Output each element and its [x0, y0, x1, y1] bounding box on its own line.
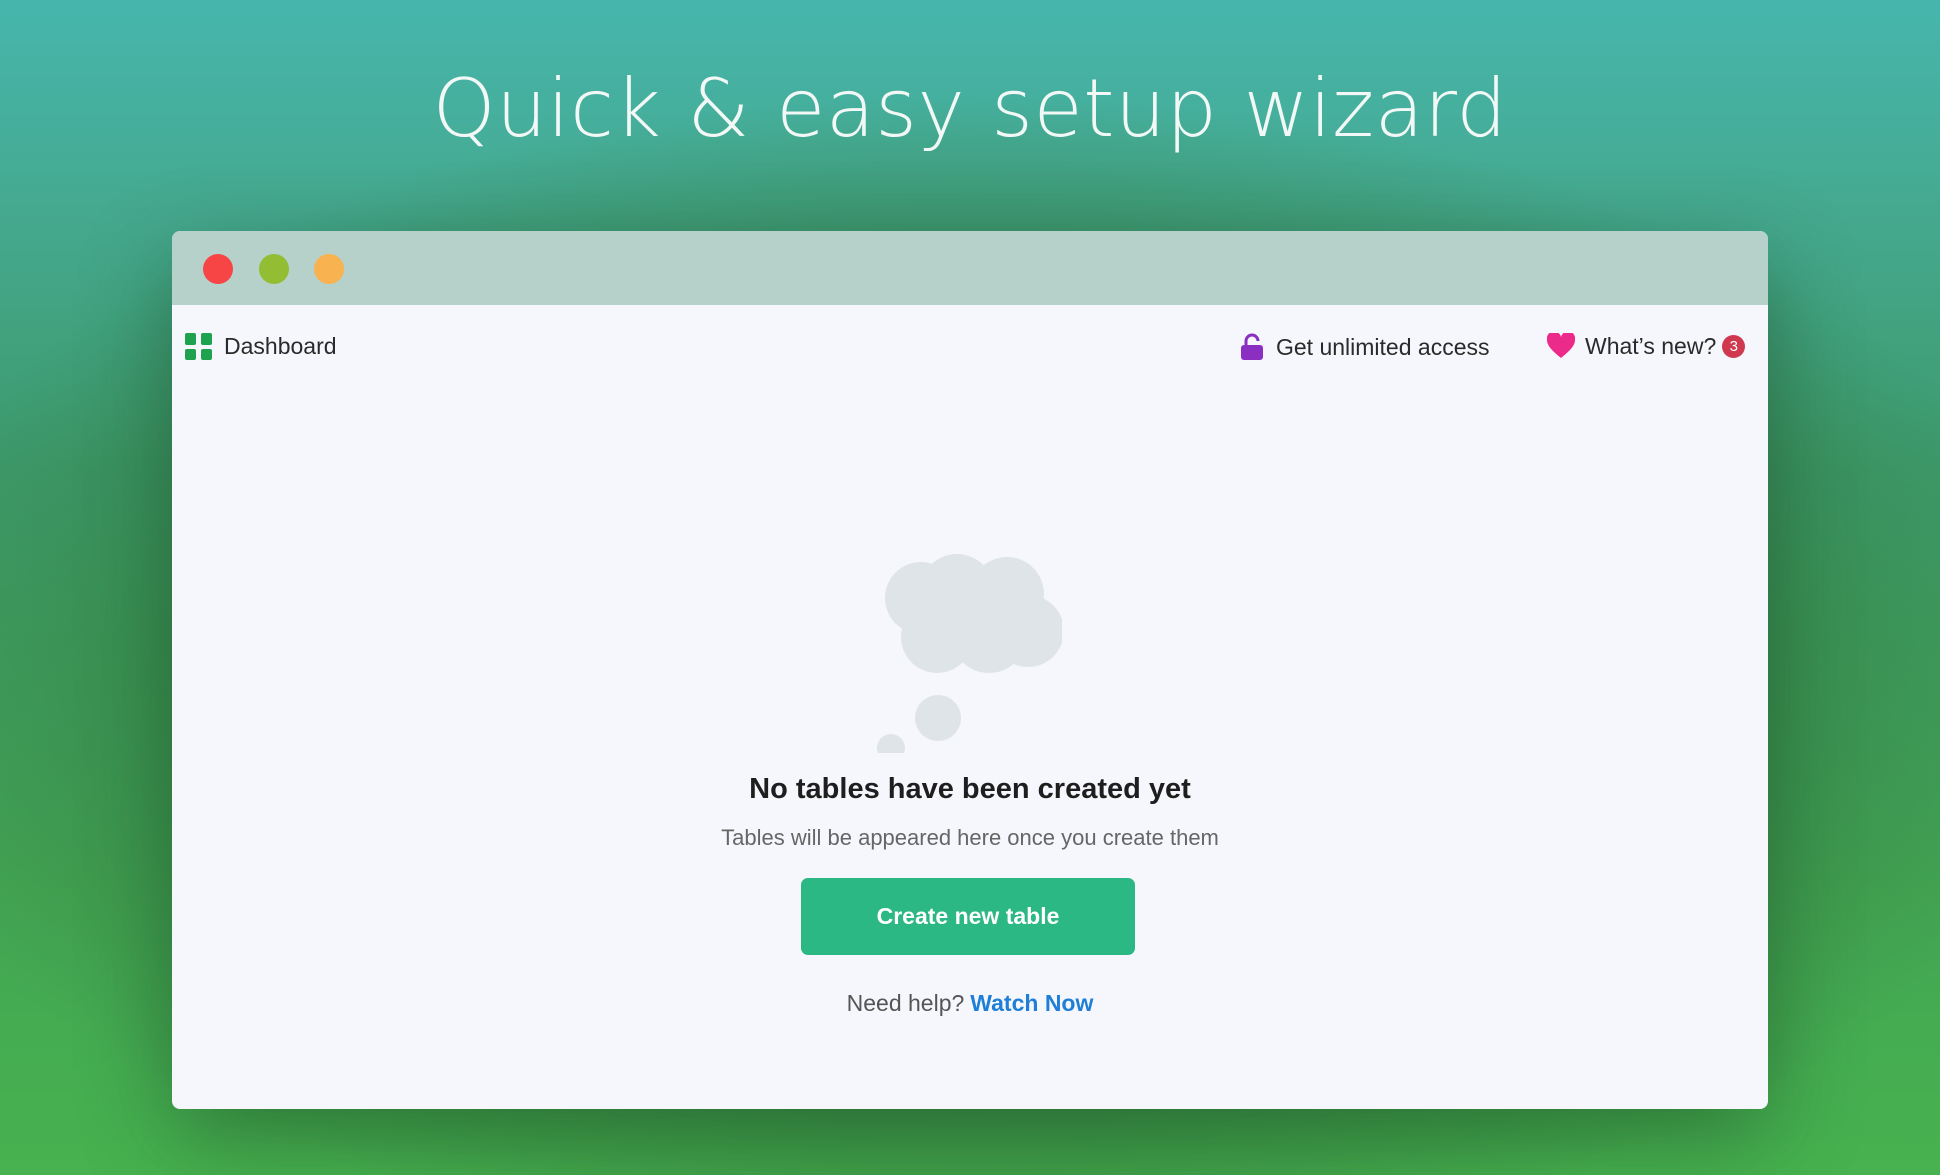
minimize-window-button[interactable] — [259, 254, 289, 284]
empty-state-subtitle: Tables will be appeared here once you cr… — [721, 825, 1219, 850]
hero-title: Quick & easy setup wizard — [432, 62, 1508, 155]
dashboard-link[interactable]: Dashboard — [185, 333, 337, 360]
close-window-button[interactable] — [203, 254, 233, 284]
heart-icon — [1547, 332, 1575, 360]
unlock-icon — [1238, 333, 1266, 361]
whats-new-link[interactable]: What’s new? 3 — [1547, 332, 1746, 360]
thought-cloud-icon — [862, 553, 1064, 762]
create-new-table-button[interactable]: Create new table — [801, 878, 1135, 955]
window-titlebar — [172, 231, 1768, 305]
help-line: Need help? Watch Now — [172, 990, 1768, 1017]
maximize-window-button[interactable] — [314, 254, 344, 284]
whats-new-label: What’s new? — [1585, 332, 1717, 359]
grid-icon — [185, 333, 212, 360]
dashboard-label: Dashboard — [224, 333, 337, 359]
app-window: Dashboard Get unlimited access What’s ne… — [172, 231, 1768, 1109]
empty-state-title: No tables have been created yet — [749, 773, 1191, 805]
top-nav: Dashboard Get unlimited access What’s ne… — [172, 305, 1768, 389]
access-label: Get unlimited access — [1276, 333, 1490, 360]
help-text: Need help? — [846, 990, 965, 1016]
whats-new-badge: 3 — [1722, 334, 1746, 358]
get-unlimited-access-link[interactable]: Get unlimited access — [1238, 333, 1489, 361]
watch-now-link[interactable]: Watch Now — [970, 990, 1093, 1016]
